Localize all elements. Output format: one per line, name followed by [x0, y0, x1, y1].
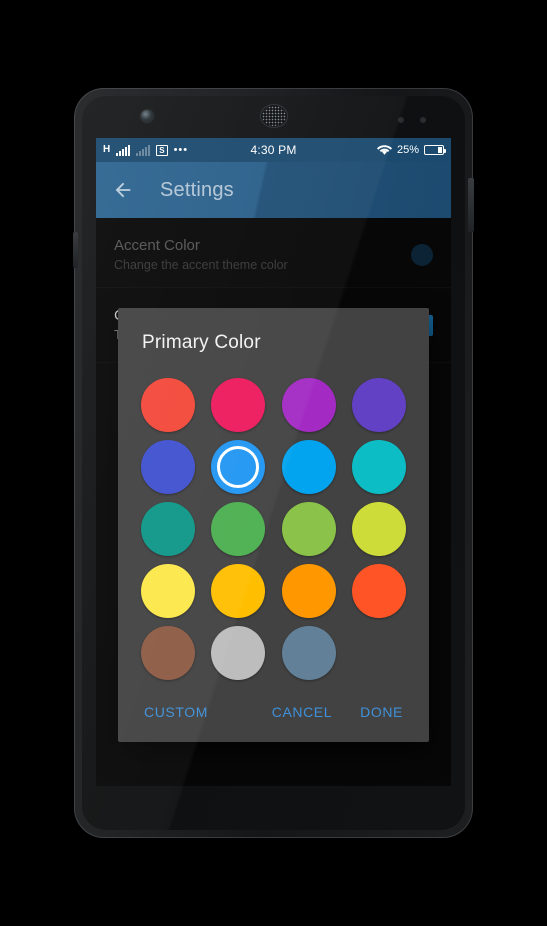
color-swatch-light-blue[interactable] — [281, 440, 336, 494]
settings-list: Accent Color Change the accent theme col… — [96, 218, 451, 786]
power-button[interactable] — [468, 178, 474, 232]
volume-button[interactable] — [73, 232, 78, 268]
front-camera-icon — [141, 110, 153, 122]
earpiece-speaker-icon — [260, 104, 288, 128]
back-arrow-icon[interactable] — [112, 179, 134, 201]
color-swatch-deep-orange[interactable] — [351, 564, 406, 618]
color-swatch-red[interactable] — [141, 378, 196, 432]
battery-percent-label: 25% — [396, 144, 419, 156]
status-bar-right: 25% — [376, 144, 446, 156]
color-swatch-grid — [118, 364, 429, 686]
color-swatch-pink[interactable] — [211, 378, 266, 432]
dialog-actions: CUSTOM CANCEL DONE — [118, 686, 429, 736]
color-swatch-amber[interactable] — [211, 564, 266, 618]
color-swatch-blue[interactable] — [211, 440, 266, 494]
wifi-icon — [376, 145, 392, 155]
light-sensor-icon — [420, 117, 426, 123]
color-swatch-green[interactable] — [211, 502, 266, 556]
color-swatch-deep-purple[interactable] — [351, 378, 406, 432]
screenshot-stage: H S ••• 4:30 PM 25% Settings Primary Col… — [0, 0, 547, 926]
color-swatch-grey[interactable] — [211, 626, 266, 680]
color-swatch-blue-grey[interactable] — [281, 626, 336, 680]
cancel-button[interactable]: CANCEL — [262, 696, 342, 728]
primary-color-dialog: Primary Color CUSTOM CANCEL DONE — [118, 308, 429, 742]
color-swatch-empty — [352, 626, 406, 680]
color-swatch-light-green[interactable] — [281, 502, 336, 556]
page-title: Settings — [160, 178, 234, 201]
color-swatch-cyan[interactable] — [351, 440, 406, 494]
phone-screen: H S ••• 4:30 PM 25% Settings Primary Col… — [96, 138, 451, 786]
status-bar: H S ••• 4:30 PM 25% — [96, 138, 451, 162]
done-button[interactable]: DONE — [350, 696, 413, 728]
color-swatch-purple[interactable] — [281, 378, 336, 432]
color-swatch-orange[interactable] — [281, 564, 336, 618]
color-swatch-teal[interactable] — [141, 502, 196, 556]
app-bar: Settings — [96, 162, 451, 218]
color-swatch-indigo[interactable] — [141, 440, 196, 494]
custom-button[interactable]: CUSTOM — [134, 696, 218, 728]
proximity-sensor-icon — [398, 117, 404, 123]
color-swatch-yellow[interactable] — [141, 564, 196, 618]
color-swatch-lime[interactable] — [351, 502, 406, 556]
battery-icon — [424, 145, 446, 155]
dialog-title: Primary Color — [142, 332, 261, 353]
color-swatch-brown[interactable] — [141, 626, 196, 680]
